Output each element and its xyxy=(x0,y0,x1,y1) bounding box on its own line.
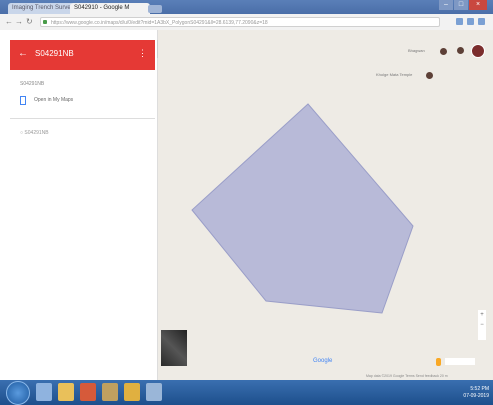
windows-taskbar: 5:52 PM 07-09-2019 xyxy=(0,380,493,405)
polygon-area[interactable] xyxy=(191,103,414,314)
extension-icon[interactable] xyxy=(467,18,474,25)
bookmark-star-icon[interactable] xyxy=(456,18,463,25)
reload-icon[interactable]: ↻ xyxy=(26,17,33,26)
open-in-my-maps-label: Open in My Maps xyxy=(34,97,74,103)
maximize-button[interactable]: □ xyxy=(454,0,468,10)
polygon-shape[interactable] xyxy=(158,30,493,380)
app-icon[interactable] xyxy=(146,383,162,401)
layer-item[interactable]: ○ S04291NB xyxy=(20,130,49,136)
system-clock[interactable]: 5:52 PM 07-09-2019 xyxy=(463,386,489,400)
satellite-toggle-thumbnail[interactable] xyxy=(161,330,187,366)
zoom-in-button[interactable]: + xyxy=(478,310,486,320)
new-tab-button[interactable] xyxy=(148,5,162,13)
panel-divider xyxy=(10,118,155,119)
zoom-out-button[interactable]: − xyxy=(478,320,486,330)
lock-icon xyxy=(43,20,47,24)
place-label-temple[interactable]: Kholge Mata Temple xyxy=(376,72,412,77)
arrow-left-icon[interactable]: ← xyxy=(18,48,28,59)
browser-toolbar: ← → ↻ https://www.google.co.in/maps/d/u/… xyxy=(0,14,493,31)
window-controls: – □ × xyxy=(439,0,487,12)
minimize-button[interactable]: – xyxy=(439,0,453,10)
avatar[interactable] xyxy=(471,44,485,58)
map-pin-icon[interactable] xyxy=(440,48,447,55)
map-footer: Map data ©2019 Google Terms Send feedbac… xyxy=(366,374,448,378)
toolbar-extensions xyxy=(456,18,485,25)
panel-header: ← S04291NB ⋮ xyxy=(10,40,155,70)
pegman-icon[interactable] xyxy=(436,358,441,366)
document-icon xyxy=(20,96,26,105)
zoom-control: + − xyxy=(478,310,486,340)
browser-tab-inactive[interactable]: Imaging Trench Survey xyxy=(8,3,74,14)
browser-tab-strip: Imaging Trench Survey S042910 - Google M… xyxy=(0,0,493,14)
imagery-thumbnails[interactable] xyxy=(445,358,475,365)
map-pin-icon[interactable] xyxy=(457,47,464,54)
app-icon[interactable] xyxy=(102,383,118,401)
more-vert-icon[interactable]: ⋮ xyxy=(138,48,147,59)
temple-pin-icon[interactable] xyxy=(426,72,433,79)
place-label-bhagwan[interactable]: Bhagwan xyxy=(408,48,425,53)
chrome-icon[interactable] xyxy=(124,383,140,401)
map-canvas[interactable]: Bhagwan Kholge Mata Temple + − Google Ma… xyxy=(158,30,493,380)
start-button[interactable] xyxy=(6,381,30,405)
folder-icon[interactable] xyxy=(58,383,74,401)
menu-icon[interactable] xyxy=(478,18,485,25)
layer-label: S04291NB xyxy=(24,130,49,136)
back-arrow-icon[interactable]: ← xyxy=(5,17,13,26)
browser-tab-active[interactable]: S042910 - Google M xyxy=(70,3,150,14)
clock-time: 5:52 PM xyxy=(470,386,489,392)
forward-arrow-icon[interactable]: → xyxy=(15,17,23,26)
clock-date: 07-09-2019 xyxy=(463,393,489,399)
panel-title: S04291NB xyxy=(35,49,74,58)
address-bar[interactable]: https://www.google.co.in/maps/d/u/0/edit… xyxy=(40,17,440,27)
layer-bullet-icon: ○ xyxy=(20,130,24,136)
ie-icon[interactable] xyxy=(36,383,52,401)
panel-meta-text: S04291NB xyxy=(20,81,45,87)
google-logo: Google xyxy=(313,358,333,364)
close-window-button[interactable]: × xyxy=(469,0,487,10)
media-player-icon[interactable] xyxy=(80,383,96,401)
